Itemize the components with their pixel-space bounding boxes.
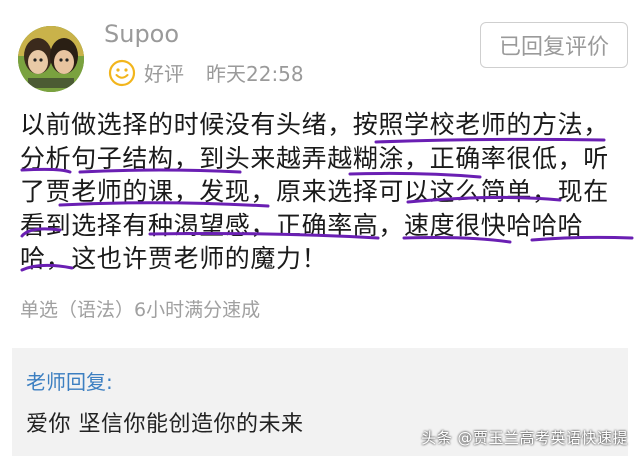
review-text: 以前做选择的时候没有头绪，按照学校老师的方法，分析句子结构，到头来越弄越糊涂，正… [20, 110, 609, 273]
review-time: 昨天22:58 [206, 62, 304, 86]
avatar-cartoon-icon [18, 26, 84, 92]
watermark: 头条 @贾玉兰高考英语快速提 [421, 429, 628, 447]
username[interactable]: Supoo [104, 20, 179, 48]
review-card: Supoo 已回复评价 好评 昨天22:58 以前做选择的时候没有头绪，按照学校… [0, 0, 640, 456]
user-avatar[interactable] [18, 26, 84, 92]
replied-review-button[interactable]: 已回复评价 [480, 22, 628, 68]
review-meta: 好评 昨天22:58 [108, 58, 304, 87]
smile-icon [108, 59, 136, 86]
rating-label: 好评 [144, 62, 184, 86]
teacher-reply-text: 爱你 坚信你能创造你的未来 [26, 412, 304, 437]
teacher-reply-label: 老师回复: [26, 370, 113, 394]
course-name[interactable]: 单选（语法）6小时满分速成 [20, 295, 260, 322]
